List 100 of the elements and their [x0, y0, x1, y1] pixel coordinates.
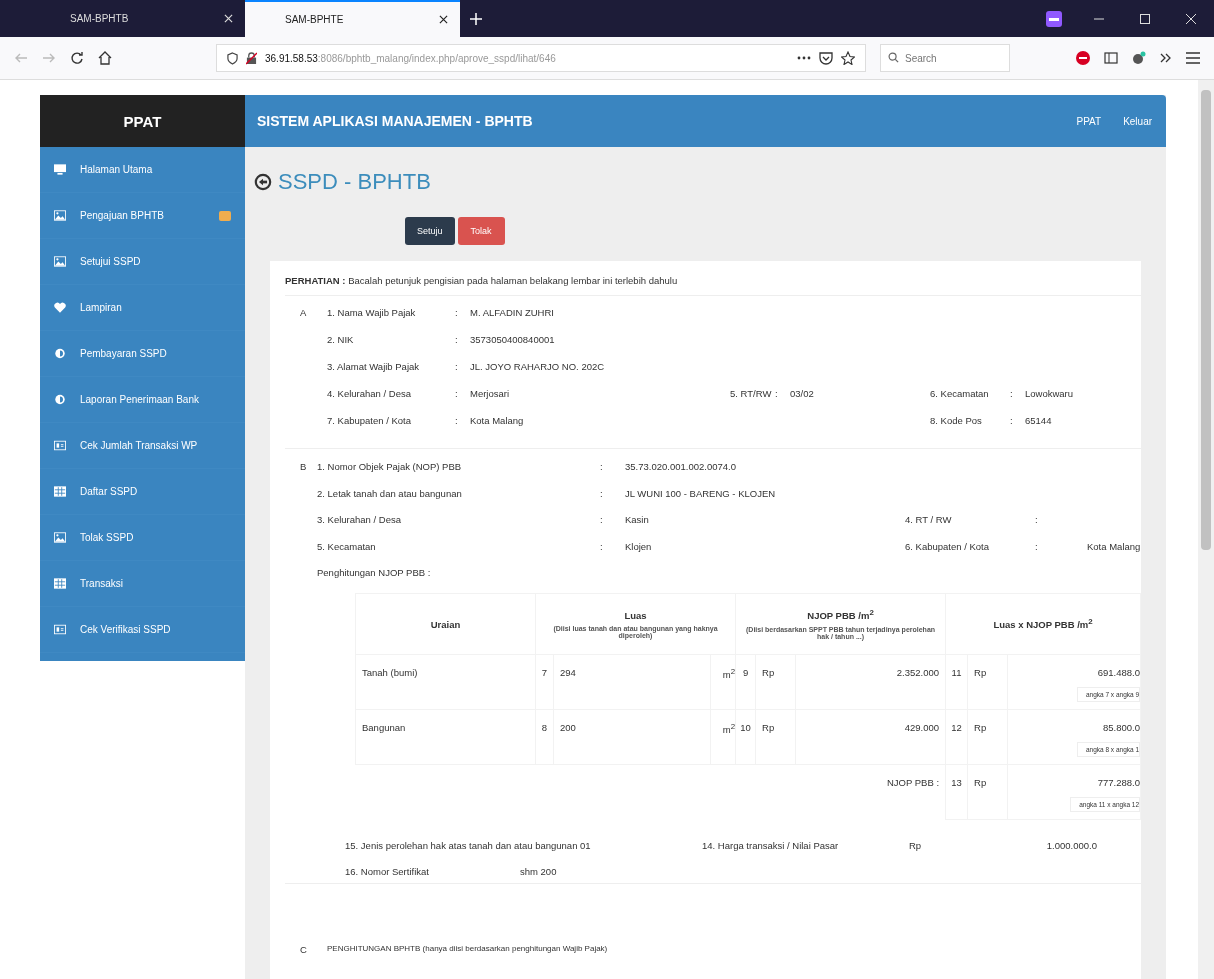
colon: : — [600, 514, 603, 525]
address-bar[interactable]: 36.91.58.53:8086/bphtb_malang/index.php/aprove_sspd/lihat/646 — [216, 44, 866, 72]
maximize-icon[interactable] — [1140, 13, 1150, 24]
pocket-icon[interactable] — [819, 51, 833, 65]
field-label: 1. Nomor Objek Pajak (NOP) PBB — [317, 461, 463, 474]
column-header: Uraian — [355, 593, 536, 655]
heart-icon — [54, 302, 66, 313]
field-value: JL WUNI 100 - BARENG - KLOJEN — [625, 487, 776, 499]
overflow-chevron-icon[interactable] — [1160, 53, 1172, 63]
table-cell: Rp — [967, 764, 1008, 820]
table-cell: Rp — [967, 654, 1008, 710]
header-link[interactable]: Keluar — [1123, 115, 1153, 127]
field-label: 2. NIK — [327, 334, 355, 347]
field-value: Kota Malang — [470, 415, 524, 426]
extension-icon[interactable] — [1132, 51, 1146, 65]
field-value: M. ALFADIN ZUHRI — [470, 307, 554, 318]
field-value: Merjosari — [470, 388, 510, 399]
colon: : — [600, 540, 603, 552]
field-value: Lowokwaru — [1025, 388, 1074, 399]
colon: : — [600, 487, 603, 499]
colon: : — [1010, 388, 1013, 399]
field-value: Kota Malang — [1087, 540, 1141, 552]
colon: : — [455, 388, 458, 399]
colon: : — [600, 461, 603, 472]
star-icon[interactable] — [841, 51, 855, 65]
field-label: 7. Kabupaten / Kota — [327, 415, 412, 428]
more-icon[interactable] — [797, 56, 811, 60]
menu-icon[interactable] — [1186, 52, 1200, 64]
table-cell: 13 — [945, 764, 968, 820]
table-cell-text: 777.288.0 — [1096, 777, 1141, 788]
sidebar-title: PPAT — [40, 95, 245, 147]
field-label: 16. Nomor Sertifikat — [345, 866, 430, 877]
mask-icon[interactable] — [1046, 10, 1062, 27]
table-cell: 429.000 — [795, 709, 946, 765]
table-cell-text: 691.488.0 — [1096, 667, 1141, 678]
field-value: 1.000.000.0 — [1045, 840, 1097, 853]
reject-button[interactable]: Tolak — [457, 217, 505, 245]
section-letter: C — [300, 944, 308, 955]
table-cell: Rp — [755, 654, 796, 710]
field-label: 15. Jenis perolehan hak atas tanah dan atau bangunan 01 — [345, 840, 592, 853]
reload-icon[interactable] — [70, 51, 84, 65]
table-icon — [54, 486, 66, 497]
field-value: 3573050400840001 — [470, 334, 555, 345]
field-value: 65144 — [1025, 415, 1052, 426]
table-cell: m$^{2}$ — [710, 654, 736, 710]
shield-icon[interactable] — [227, 51, 238, 65]
table-cell-text: 85.800.0 — [1102, 722, 1141, 733]
stop-sign-icon[interactable] — [1076, 51, 1090, 65]
sidebar-icon[interactable] — [1104, 51, 1118, 65]
colon: : — [775, 388, 778, 399]
scrollbar[interactable] — [1198, 80, 1214, 979]
picture-icon — [54, 532, 66, 543]
field-label: 8. Kode Pos — [930, 415, 983, 428]
section-letter: A — [300, 307, 308, 318]
field-value: Klojen — [625, 540, 652, 552]
field-label: 5. Kecamatan — [317, 540, 377, 554]
field-label: 6. Kabupaten / Kota — [905, 540, 990, 554]
colon: : — [1035, 540, 1038, 552]
id-card-icon — [54, 624, 66, 635]
currency-label: Rp — [909, 840, 923, 853]
section-label: Penghitungan NJOP PBB : — [317, 567, 432, 580]
insecure-lock-icon[interactable] — [246, 51, 257, 65]
colon: : — [455, 334, 458, 345]
table-cell: 9 — [735, 654, 756, 710]
table-cell: Bangunan — [355, 709, 536, 765]
id-card-icon — [54, 440, 66, 451]
table-cell: Rp — [755, 709, 796, 765]
colon: : — [1010, 415, 1013, 426]
total-label: NJOP PBB : — [886, 777, 940, 788]
browser-tab[interactable]: SAM-BPHTB — [30, 0, 245, 37]
search-field[interactable]: Search — [880, 44, 1010, 72]
field-label: 3. Alamat Wajib Pajak — [327, 361, 421, 374]
field-value: shm 200 — [520, 866, 557, 877]
field-label: 2. Letak tanah dan atau bangunan — [317, 487, 463, 501]
page-title: SSPD - BPHTB — [278, 169, 431, 195]
approve-button[interactable]: Setuju — [405, 217, 455, 245]
close-icon[interactable] — [439, 15, 448, 24]
table-cell: 294 — [553, 654, 711, 710]
field-label: 4. Kelurahan / Desa — [327, 388, 412, 401]
field-value: JL. JOYO RAHARJO NO. 202C — [470, 361, 605, 372]
new-tab-icon[interactable] — [470, 12, 482, 25]
picture-icon — [54, 210, 66, 221]
field-value: 35.73.020.001.002.0074.0 — [625, 461, 736, 472]
field-label: 14. Harga transaksi / Nilai Pasar — [702, 840, 840, 853]
table-cell: 12 — [945, 709, 968, 765]
table-cell: Rp — [967, 709, 1008, 765]
colon: : — [1035, 514, 1038, 525]
app-title: SISTEM APLIKASI MANAJEMEN - BPHTB — [257, 113, 533, 129]
column-header: Luas x NJOP PBB /m$^{2}$ — [945, 593, 1141, 655]
browser-tab[interactable]: SAM-BPHTE — [245, 0, 460, 37]
table-icon — [54, 578, 66, 589]
field-label: 6. Kecamatan — [930, 388, 990, 401]
table-cell: 200 — [553, 709, 711, 765]
monitor-icon — [54, 164, 66, 175]
notice-text: PERHATIAN : Bacalah petunjuk pengisian pada halaman belakang lembar ini terlebih dahulu — [285, 269, 1142, 296]
half-circle-icon — [54, 348, 66, 359]
field-label: 3. Kelurahan / Desa — [317, 514, 402, 527]
home-icon[interactable] — [98, 51, 112, 65]
url-text: 36.91.58.53:8086/bphtb_malang/index.php/aprove_sspd/lihat/646 — [265, 52, 556, 64]
header-link[interactable]: PPAT — [1076, 115, 1102, 127]
